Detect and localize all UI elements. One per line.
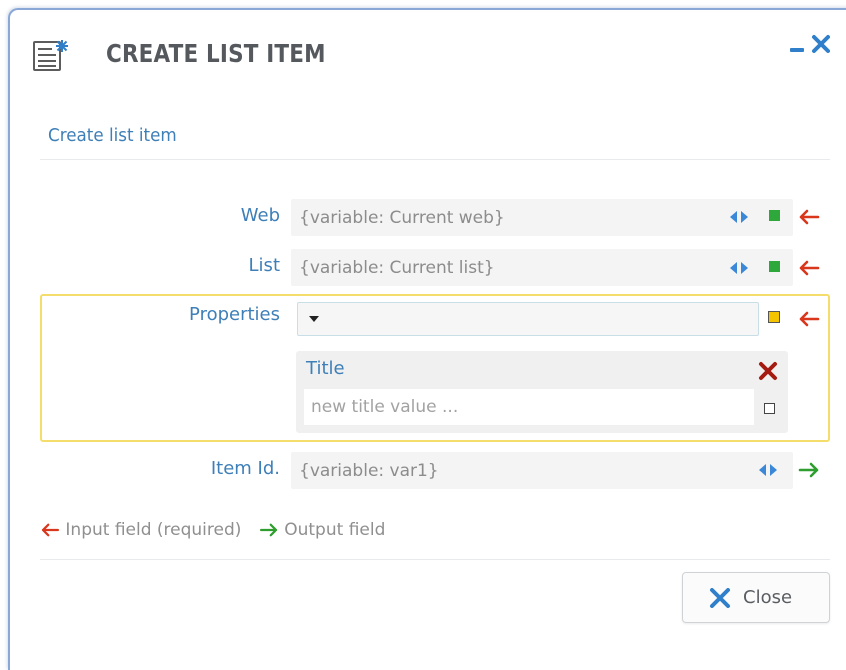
title-value-input[interactable]: new title value ... [304, 389, 754, 425]
checkbox-icon[interactable] [764, 403, 775, 414]
input-arrow-icon [799, 260, 820, 276]
properties-label-container: Properties [10, 304, 280, 328]
status-green-icon [769, 210, 780, 221]
status-green-icon [769, 261, 780, 272]
title-property-label: Title [306, 358, 345, 379]
status-yellow-icon [768, 311, 780, 323]
item-id-field[interactable]: {variable: var1} [291, 452, 793, 489]
list-field[interactable]: {variable: Current list} [291, 249, 793, 286]
variable-toggle-icon[interactable] [758, 463, 778, 477]
input-arrow-icon [799, 311, 820, 327]
minimize-icon[interactable] [790, 48, 804, 52]
create-list-item-dialog: CREATE LIST ITEM Create list item Web {v… [8, 8, 846, 670]
divider [40, 159, 830, 160]
caret-down-icon [309, 316, 319, 322]
list-label-container: List [10, 255, 280, 279]
legend-output-label: Output field [284, 520, 386, 540]
close-icon[interactable] [810, 33, 832, 55]
input-arrow-icon [799, 209, 820, 225]
item-id-label-container: Item Id. [10, 458, 280, 482]
divider [40, 559, 830, 560]
dialog-header: CREATE LIST ITEM [10, 10, 846, 80]
properties-dropdown[interactable] [297, 302, 759, 336]
input-arrow-icon [41, 523, 60, 537]
close-button[interactable]: Close [682, 572, 830, 623]
item-id-label: Item Id. [210, 458, 280, 479]
output-arrow-icon [259, 523, 277, 537]
close-icon [710, 588, 730, 608]
properties-label: Properties [189, 304, 280, 325]
list-label: List [248, 255, 280, 276]
output-arrow-icon [798, 462, 819, 478]
web-field[interactable]: {variable: Current web} [291, 199, 793, 236]
close-button-label: Close [743, 587, 793, 608]
web-label-container: Web [10, 205, 280, 229]
title-property-panel: Title new title value ... [296, 351, 788, 433]
web-label: Web [240, 205, 280, 226]
list-sparkle-icon [33, 40, 68, 71]
legend: Input field (required) Output field [40, 520, 385, 544]
remove-icon[interactable] [758, 361, 778, 381]
variable-toggle-icon[interactable] [729, 261, 749, 275]
dialog-subtitle: Create list item [48, 125, 177, 146]
variable-toggle-icon[interactable] [729, 210, 749, 224]
dialog-title: CREATE LIST ITEM [106, 39, 326, 68]
legend-input-label: Input field (required) [65, 520, 242, 540]
